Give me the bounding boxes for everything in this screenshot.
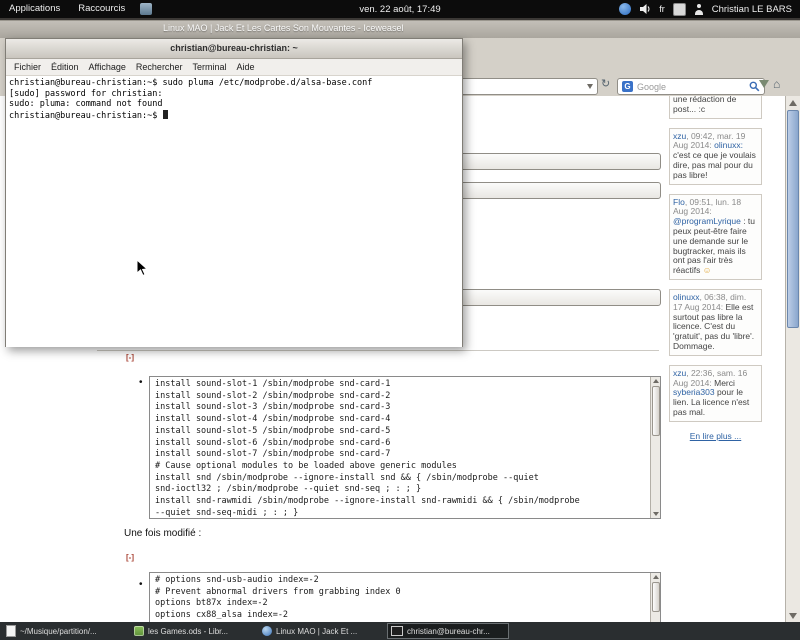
scroll-down-icon[interactable] — [653, 512, 659, 516]
comment-inline-link[interactable]: @programLyrique — [673, 216, 741, 226]
comment-partial: une rédaction de post... :c — [669, 96, 762, 119]
launcher-icon[interactable] — [140, 3, 152, 15]
terminal-output[interactable]: christian@bureau-christian:~$ sudo pluma… — [6, 76, 462, 347]
terminal-line: [sudo] password for christian: — [9, 89, 459, 100]
scroll-thumb[interactable] — [652, 386, 660, 436]
search-box[interactable]: G Google — [617, 78, 765, 95]
code-block-2: # options snd-usb-audio index=-2 # Preve… — [149, 572, 661, 623]
comment-text: une rédaction de post... :c — [673, 96, 736, 114]
comment-author-link[interactable]: xzu — [673, 131, 686, 141]
browser-titlebar[interactable]: Linux MAO | Jack Et Les Cartes Son Mouva… — [0, 21, 800, 38]
tray-icon-blue[interactable] — [619, 3, 631, 15]
scroll-up-icon[interactable] — [653, 575, 659, 579]
user-menu[interactable]: Christian LE BARS — [712, 4, 792, 15]
mouse-cursor — [136, 259, 148, 277]
code-scrollbar-1[interactable] — [650, 377, 660, 518]
collapse-toggle-2[interactable]: [-] — [126, 553, 134, 562]
home-icon[interactable]: ⌂ — [773, 77, 780, 91]
comment-box: xzu, 09:42, mar. 19 Aug 2014: olinuxx: c… — [669, 128, 762, 185]
tray-icon-light[interactable] — [673, 3, 686, 16]
raccourcis-menu[interactable]: Raccourcis — [69, 0, 134, 18]
comment-text: Merci — [714, 378, 735, 388]
task-label: christian@bureau-chr... — [407, 627, 490, 636]
menu-rechercher[interactable]: Rechercher — [131, 62, 188, 72]
scroll-down-icon[interactable] — [789, 613, 797, 619]
menu-aide[interactable]: Aide — [231, 62, 259, 72]
content-divider — [97, 350, 659, 351]
terminal-icon — [391, 626, 403, 636]
reload-icon[interactable]: ↻ — [601, 77, 610, 90]
system-tray: fr Christian LE BARS — [619, 3, 800, 16]
terminal-cursor — [163, 110, 168, 119]
terminal-titlebar[interactable]: christian@bureau-christian: ~ — [6, 39, 462, 59]
terminal-menubar: Fichier Édition Affichage Rechercher Ter… — [6, 59, 462, 76]
comment-author-link[interactable]: xzu — [673, 368, 686, 378]
scroll-thumb[interactable] — [787, 110, 799, 328]
task-label: ~/Musique/partition/... — [20, 627, 97, 636]
comment-box: olinuxx, 06:38, dim. 17 Aug 2014: Elle e… — [669, 289, 762, 356]
collapse-toggle-1[interactable]: [-] — [126, 353, 134, 362]
user-icon — [694, 4, 704, 15]
search-engine-label: Google — [637, 82, 745, 92]
browser-title: Linux MAO | Jack Et Les Cartes Son Mouva… — [163, 23, 403, 33]
terminal-line: christian@bureau-christian:~$ sudo pluma… — [9, 78, 459, 89]
list-bullet — [139, 377, 143, 388]
comment-text: c'est ce que je voulais dire, pas mal po… — [673, 150, 756, 180]
menu-edition[interactable]: Édition — [46, 62, 84, 72]
spreadsheet-icon — [134, 626, 144, 636]
code-scrollbar-2[interactable] — [650, 573, 660, 623]
comment-box: xzu, 22:36, sam. 16 Aug 2014: Merci sybe… — [669, 365, 762, 422]
list-bullet — [139, 579, 143, 590]
comments-sidebar: une rédaction de post... :c xzu, 09:42, … — [669, 96, 762, 441]
comment-text: : tu peux peut-être faire une demande su… — [673, 216, 755, 275]
globe-icon — [262, 626, 272, 636]
keyboard-layout-indicator[interactable]: fr — [659, 4, 665, 14]
comment-author-link[interactable]: olinuxx — [673, 292, 699, 302]
taskbar: ~/Musique/partition/... les Games.ods - … — [0, 622, 800, 640]
comment-inline-link[interactable]: olinuxx: — [714, 140, 743, 150]
applications-menu[interactable]: Applications — [0, 0, 69, 18]
comment-box: Flo, 09:51, lun. 18 Aug 2014: @programLy… — [669, 194, 762, 280]
smiley-icon: ☺ — [703, 265, 712, 275]
comment-author-link[interactable]: Flo — [673, 197, 685, 207]
task-button-browser[interactable]: Linux MAO | Jack Et ... — [259, 624, 379, 639]
scroll-up-icon[interactable] — [789, 100, 797, 106]
urlbar-dropdown-icon[interactable] — [587, 84, 593, 89]
document-icon — [6, 625, 16, 637]
task-button-calc[interactable]: les Games.ods - Libr... — [131, 624, 251, 639]
terminal-line: sudo: pluma: command not found — [9, 99, 459, 110]
code-text-2: # options snd-usb-audio index=-2 # Preve… — [155, 575, 655, 622]
terminal-window: christian@bureau-christian: ~ Fichier Éd… — [5, 38, 463, 347]
modified-label: Une fois modifié : — [124, 528, 201, 539]
terminal-line: christian@bureau-christian:~$ — [9, 110, 459, 122]
browser-scrollbar[interactable] — [785, 96, 800, 623]
volume-icon[interactable] — [639, 3, 651, 15]
code-text-1: install sound-slot-1 /sbin/modprobe snd-… — [155, 379, 655, 519]
scroll-up-icon[interactable] — [653, 379, 659, 383]
code-block-1: install sound-slot-1 /sbin/modprobe snd-… — [149, 376, 661, 519]
top-panel: Applications Raccourcis ven. 22 août, 17… — [0, 0, 800, 18]
comment-inline-link[interactable]: syberia303 — [673, 387, 715, 397]
terminal-prompt: christian@bureau-christian:~$ — [9, 111, 163, 121]
menu-affichage[interactable]: Affichage — [84, 62, 131, 72]
task-label: les Games.ods - Libr... — [148, 627, 228, 636]
scroll-thumb[interactable] — [652, 582, 660, 612]
menu-fichier[interactable]: Fichier — [9, 62, 46, 72]
read-more-link[interactable]: En lire plus ... — [669, 431, 762, 441]
task-button-terminal[interactable]: christian@bureau-chr... — [387, 623, 509, 639]
google-engine-icon[interactable]: G — [622, 81, 633, 92]
download-icon[interactable] — [759, 80, 769, 88]
menu-terminal[interactable]: Terminal — [187, 62, 231, 72]
task-label: Linux MAO | Jack Et ... — [276, 627, 357, 636]
task-button-music[interactable]: ~/Musique/partition/... — [3, 624, 123, 639]
